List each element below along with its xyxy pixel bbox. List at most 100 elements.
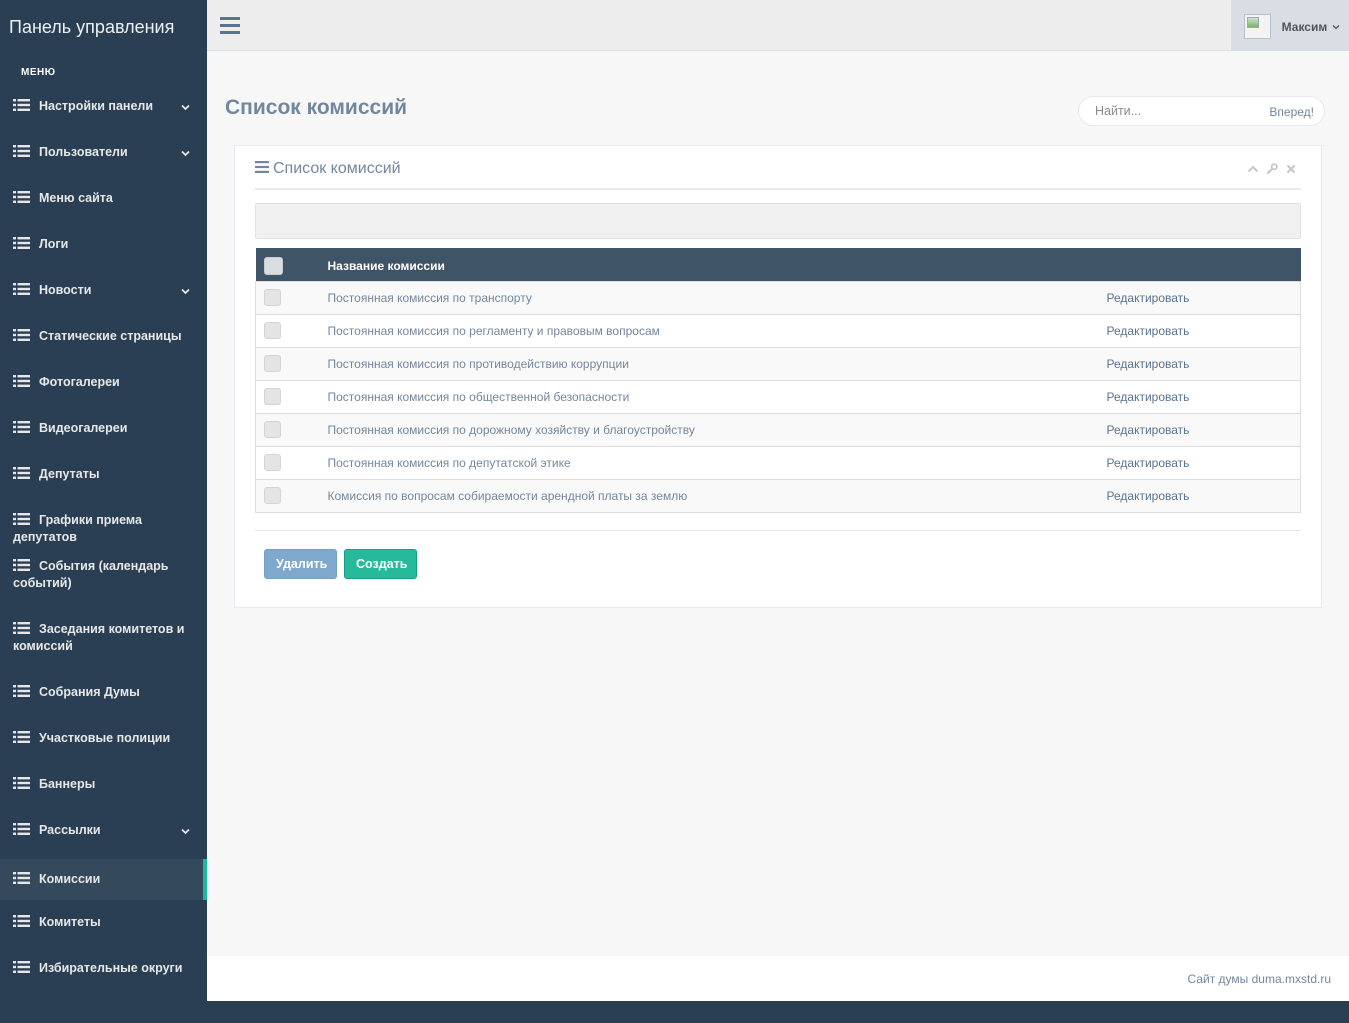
chevron-down-icon (181, 100, 190, 111)
table-row: Комиссия по вопросам собираемости арендн… (255, 478, 1301, 512)
select-all-checkbox[interactable] (263, 257, 283, 276)
edit-cell: Редактировать (1106, 280, 1301, 314)
sidebar-item[interactable]: Пользователи (0, 132, 207, 178)
commission-name[interactable]: Комиссия по вопросам собираемости арендн… (328, 489, 688, 503)
list-icon (13, 915, 30, 927)
sidebar-item-label: Заседания комитетов и комиссий (13, 622, 185, 653)
edit-link[interactable]: Редактировать (1107, 357, 1190, 371)
table-row: Постоянная комиссия по транспорту Редакти… (255, 280, 1301, 314)
brand-title[interactable]: Панель управления (0, 0, 207, 55)
row-select-cell (255, 478, 328, 512)
sidebar-item[interactable]: Баннеры (0, 764, 207, 810)
sidebar-item[interactable]: Логи (0, 224, 207, 270)
delete-button[interactable]: Удалить (264, 549, 337, 579)
edit-cell: Редактировать (1106, 346, 1301, 380)
sidebar-item-label: Графики приема депутатов (13, 513, 142, 544)
list-icon (13, 467, 30, 479)
row-checkbox[interactable] (264, 289, 281, 306)
edit-link[interactable]: Редактировать (1107, 489, 1190, 503)
close-icon[interactable] (1285, 163, 1297, 175)
row-select-cell (255, 412, 328, 446)
sidebar-item[interactable]: Собрания Думы (0, 672, 207, 718)
commissions-panel: Список комиссий Название комиссии Постоя… (234, 145, 1322, 608)
row-select-cell (255, 313, 328, 347)
collapse-icon[interactable] (1247, 163, 1259, 175)
sidebar-item[interactable]: Комиссии (0, 859, 207, 900)
search-button[interactable]: Вперед! (1269, 105, 1314, 119)
user-menu[interactable]: Максим (1231, 0, 1349, 51)
list-icon (13, 823, 30, 835)
chevron-down-icon (181, 146, 190, 157)
sidebar-item[interactable]: Статические страницы (0, 316, 207, 362)
commission-name[interactable]: Постоянная комиссия по депутатской этике (328, 456, 571, 470)
table-body: Постоянная комиссия по транспорту Редакти… (255, 280, 1301, 512)
list-icon (13, 685, 30, 697)
row-select-cell (255, 445, 328, 479)
commission-name[interactable]: Постоянная комиссия по противодействию к… (328, 357, 629, 371)
edit-link[interactable]: Редактировать (1107, 390, 1190, 404)
sidebar-item[interactable]: Настройки панели (0, 86, 207, 132)
list-icon (13, 329, 30, 341)
sidebar: Панель управления меню Настройки панели П… (0, 0, 207, 1001)
edit-link[interactable]: Редактировать (1107, 423, 1190, 437)
sidebar-item-label: Пользователи (39, 145, 128, 159)
wrench-icon[interactable] (1266, 163, 1278, 175)
sidebar-item[interactable]: События (календарь событий) (0, 546, 207, 609)
edit-cell: Редактировать (1106, 412, 1301, 446)
search-input[interactable] (1095, 104, 1255, 118)
sidebar-item-label: Баннеры (39, 777, 96, 791)
row-checkbox[interactable] (264, 487, 281, 504)
edit-cell: Редактировать (1106, 313, 1301, 347)
commission-name[interactable]: Постоянная комиссия по дорожному хозяйст… (328, 423, 695, 437)
column-header-actions (1107, 248, 1301, 281)
edit-link[interactable]: Редактировать (1107, 456, 1190, 470)
chevron-down-icon (1332, 24, 1340, 29)
row-checkbox[interactable] (264, 355, 281, 372)
sidebar-item-label: Комитеты (39, 915, 101, 929)
sidebar-item[interactable]: Рассылки (0, 810, 207, 856)
menu-heading: меню (21, 67, 56, 78)
hamburger-icon[interactable] (220, 16, 240, 34)
commission-name[interactable]: Постоянная комиссия по общественной безо… (328, 390, 630, 404)
row-select-cell (255, 379, 328, 413)
sidebar-item[interactable]: Депутаты (0, 454, 207, 500)
row-select-cell (255, 280, 328, 314)
broken-image-icon (1244, 14, 1271, 39)
list-icon (13, 145, 30, 157)
sidebar-menu: Настройки панели Пользователи Меню сайта Ло… (0, 86, 207, 994)
row-checkbox[interactable] (264, 421, 281, 438)
sidebar-item[interactable]: Фотогалереи (0, 362, 207, 408)
sidebar-item-label: Избирательные округи (39, 961, 183, 975)
row-checkbox[interactable] (264, 454, 281, 471)
sidebar-item-label: Видеогалереи (39, 421, 128, 435)
table-row: Постоянная комиссия по общественной безо… (255, 379, 1301, 413)
list-icon (13, 191, 30, 203)
commission-name-cell: Постоянная комиссия по противодействию к… (327, 346, 1107, 380)
sidebar-item[interactable]: Комитеты (0, 902, 207, 948)
edit-link[interactable]: Редактировать (1107, 291, 1190, 305)
bars-icon (255, 161, 269, 173)
commission-name[interactable]: Постоянная комиссия по регламенту и прав… (328, 324, 660, 338)
sidebar-item[interactable]: Заседания комитетов и комиссий (0, 609, 207, 672)
list-icon (13, 731, 30, 743)
sidebar-item-label: События (календарь событий) (13, 559, 169, 590)
sidebar-item-label: Комиссии (39, 872, 101, 886)
sidebar-item[interactable]: Новости (0, 270, 207, 316)
commission-name[interactable]: Постоянная комиссия по транспорту (328, 291, 532, 305)
list-icon (13, 872, 30, 884)
row-checkbox[interactable] (264, 322, 281, 339)
list-icon (13, 283, 30, 295)
sidebar-item-label: Депутаты (39, 467, 100, 481)
row-checkbox[interactable] (264, 388, 281, 405)
edit-link[interactable]: Редактировать (1107, 324, 1190, 338)
create-button[interactable]: Создать (344, 549, 417, 579)
filter-bar (255, 203, 1301, 239)
commission-name-cell: Постоянная комиссия по общественной безо… (327, 379, 1107, 413)
sidebar-item[interactable]: Избирательные округи (0, 948, 207, 994)
sidebar-item[interactable]: Меню сайта (0, 178, 207, 224)
commission-name-cell: Постоянная комиссия по депутатской этике (327, 445, 1107, 479)
sidebar-item[interactable]: Участковые полиции (0, 718, 207, 764)
sidebar-item[interactable]: Видеогалереи (0, 408, 207, 454)
sidebar-item[interactable]: Графики приема депутатов (0, 500, 207, 546)
divider (255, 530, 1301, 531)
